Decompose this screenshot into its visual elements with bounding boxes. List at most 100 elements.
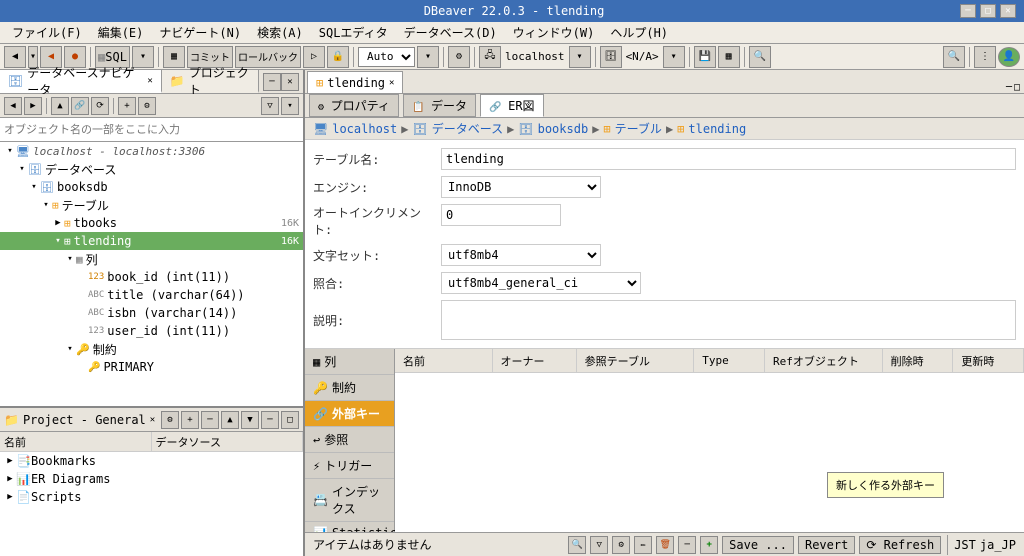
- constraint-expand[interactable]: ▾: [64, 344, 76, 354]
- nav-link[interactable]: 🔗: [71, 97, 89, 115]
- toolbar-icon-3[interactable]: 🔍: [749, 46, 771, 68]
- user-icon[interactable]: 👤: [998, 47, 1020, 67]
- tree-col-user-id[interactable]: 123 user_id (int(11)): [0, 322, 303, 340]
- table-group-expand[interactable]: ▾: [40, 200, 52, 210]
- back-button[interactable]: ◀: [4, 46, 26, 68]
- tree-primary[interactable]: 🔑 PRIMARY: [0, 358, 303, 376]
- tab-close-icon[interactable]: ✕: [389, 78, 394, 88]
- db-icon[interactable]: 🗄: [600, 46, 622, 68]
- settings-icon[interactable]: ⚙: [448, 46, 470, 68]
- tree-constraint-group[interactable]: ▾ 🔑 制約: [0, 340, 303, 358]
- nav-back[interactable]: ◀: [4, 97, 22, 115]
- project-maximize[interactable]: □: [281, 411, 299, 429]
- sidebar-index[interactable]: 📇 インデックス: [305, 479, 394, 522]
- tree-col-group[interactable]: ▾ ▦ 列: [0, 250, 303, 268]
- nav-sync[interactable]: ⟳: [91, 97, 109, 115]
- sidebar-trigger[interactable]: ⚡ トリガー: [305, 453, 394, 479]
- project-up[interactable]: ▲: [221, 411, 239, 429]
- tab-db-navigator[interactable]: 🗄 データベースナビゲータ ✕: [0, 70, 162, 93]
- db-nav-close[interactable]: ✕: [147, 76, 152, 86]
- menu-help[interactable]: ヘルプ(H): [602, 22, 676, 43]
- bc-booksdb[interactable]: booksdb: [538, 122, 589, 136]
- auto-dropdown[interactable]: ▾: [417, 46, 439, 68]
- panel-min-icon[interactable]: ─: [1006, 82, 1012, 93]
- booksdb-expand[interactable]: ▾: [28, 182, 40, 192]
- revert-button[interactable]: Revert: [798, 536, 855, 554]
- sidebar-constraint[interactable]: 🔑 制約: [305, 375, 394, 401]
- tab-tlending[interactable]: ⊞ tlending ✕: [307, 71, 403, 93]
- project-minimize[interactable]: ─: [261, 411, 279, 429]
- nav-add[interactable]: +: [118, 97, 136, 115]
- bc-database[interactable]: データベース: [432, 120, 503, 137]
- col-group-expand[interactable]: ▾: [64, 254, 76, 264]
- project-close-tab[interactable]: ✕: [150, 415, 155, 425]
- table-name-input[interactable]: [441, 148, 1016, 170]
- menu-database[interactable]: データベース(D): [396, 22, 505, 43]
- er-expand[interactable]: ▶: [4, 474, 16, 484]
- menu-sql-editor[interactable]: SQLエディタ: [311, 22, 396, 43]
- bc-table[interactable]: テーブル: [615, 120, 662, 137]
- root-expand[interactable]: ▾: [4, 146, 16, 156]
- restore-button[interactable]: □: [980, 4, 996, 18]
- toolbar-icon-2[interactable]: ▦: [718, 46, 740, 68]
- nav-collapse[interactable]: ▲: [51, 97, 69, 115]
- panel-max-icon[interactable]: □: [1014, 82, 1020, 93]
- project-scripts[interactable]: ▶ 📄 Scripts: [0, 488, 303, 506]
- tree-booksdb[interactable]: ▾ 🗄 booksdb: [0, 178, 303, 196]
- menu-window[interactable]: ウィンドウ(W): [505, 22, 603, 43]
- delete-tool[interactable]: 🗑: [656, 536, 674, 554]
- tree-tlending[interactable]: ▾ ⊞ tlending 16K: [0, 232, 303, 250]
- tab-project[interactable]: 📁 プロジェクト: [162, 70, 259, 93]
- autoincr-input[interactable]: [441, 204, 561, 226]
- minus-tool[interactable]: ─: [678, 536, 696, 554]
- sidebar-col[interactable]: ▦ 列: [305, 349, 394, 375]
- nav-forward[interactable]: ▶: [24, 97, 42, 115]
- tree-root[interactable]: ▾ 🖥 localhost - localhost:3306: [0, 142, 303, 160]
- settings-tool[interactable]: ⚙: [612, 536, 630, 554]
- desc-input[interactable]: [441, 300, 1016, 340]
- lock-icon[interactable]: 🔒: [327, 46, 349, 68]
- toolbar-icon-1[interactable]: 💾: [694, 46, 716, 68]
- edit-tool[interactable]: ✏: [634, 536, 652, 554]
- overflow-icon[interactable]: ⋮: [974, 46, 996, 68]
- db-group-expand[interactable]: ▾: [16, 164, 28, 174]
- engine-select[interactable]: InnoDB: [441, 176, 601, 198]
- project-add[interactable]: +: [181, 411, 199, 429]
- bookmarks-expand[interactable]: ▶: [4, 456, 16, 466]
- host-icon[interactable]: 🖧: [479, 46, 501, 68]
- project-settings[interactable]: ⚙: [161, 411, 179, 429]
- arrow-icon[interactable]: ▷: [303, 46, 325, 68]
- add-fk-tool[interactable]: +: [700, 536, 718, 554]
- sidebar-fk[interactable]: 🔗 外部キー: [305, 401, 394, 427]
- bc-tlending[interactable]: tlending: [688, 122, 746, 136]
- scripts-expand[interactable]: ▶: [4, 492, 16, 502]
- db-dropdown[interactable]: ▾: [663, 46, 685, 68]
- tab-er[interactable]: 🔗 ER図: [480, 94, 544, 117]
- menu-search[interactable]: 検索(A): [249, 22, 311, 43]
- project-bookmarks[interactable]: ▶ 📑 Bookmarks: [0, 452, 303, 470]
- charset-select[interactable]: utf8mb4: [441, 244, 601, 266]
- auto-select[interactable]: Auto: [358, 47, 415, 67]
- host-dropdown[interactable]: ▾: [569, 46, 591, 68]
- project-er-diagrams[interactable]: ▶ 📊 ER Diagrams: [0, 470, 303, 488]
- search-tool[interactable]: 🔍: [568, 536, 586, 554]
- bc-host[interactable]: localhost: [332, 122, 397, 136]
- tree-db-group[interactable]: ▾ 🗄 データベース: [0, 160, 303, 178]
- project-remove[interactable]: ─: [201, 411, 219, 429]
- save-button[interactable]: Save ...: [722, 536, 794, 554]
- nav-filter-dropdown[interactable]: ▾: [281, 97, 299, 115]
- tree-table-group[interactable]: ▾ ⊞ テーブル: [0, 196, 303, 214]
- nav-settings[interactable]: ⚙: [138, 97, 156, 115]
- collation-select[interactable]: utf8mb4_general_ci: [441, 272, 641, 294]
- project-down[interactable]: ▼: [241, 411, 259, 429]
- menu-navigate[interactable]: ナビゲート(N): [151, 22, 249, 43]
- sidebar-statistics[interactable]: 📊 Statistics: [305, 522, 394, 532]
- object-search-input[interactable]: [0, 118, 303, 142]
- nav-filter[interactable]: ▽: [261, 97, 279, 115]
- panel-close[interactable]: ✕: [281, 73, 299, 91]
- search-icon[interactable]: 🔍: [943, 46, 965, 68]
- tree-col-isbn[interactable]: ABC isbn (varchar(14)): [0, 304, 303, 322]
- tree-col-title[interactable]: ABC title (varchar(64)): [0, 286, 303, 304]
- filter-tool[interactable]: ▽: [590, 536, 608, 554]
- menu-file[interactable]: ファイル(F): [4, 22, 90, 43]
